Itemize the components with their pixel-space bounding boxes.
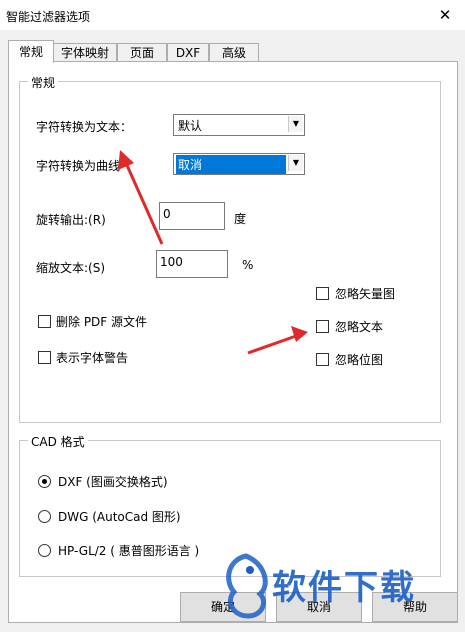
watermark-text: 软件下载 [272, 568, 416, 608]
arrow-to-text-convert [118, 150, 164, 245]
tab-general[interactable]: 常规 [8, 40, 54, 63]
annotation-arrows [118, 150, 308, 355]
dragon-logo-icon [226, 553, 268, 619]
arrow-to-ignore-text [247, 326, 308, 355]
watermark: 软件下载 [210, 540, 465, 632]
